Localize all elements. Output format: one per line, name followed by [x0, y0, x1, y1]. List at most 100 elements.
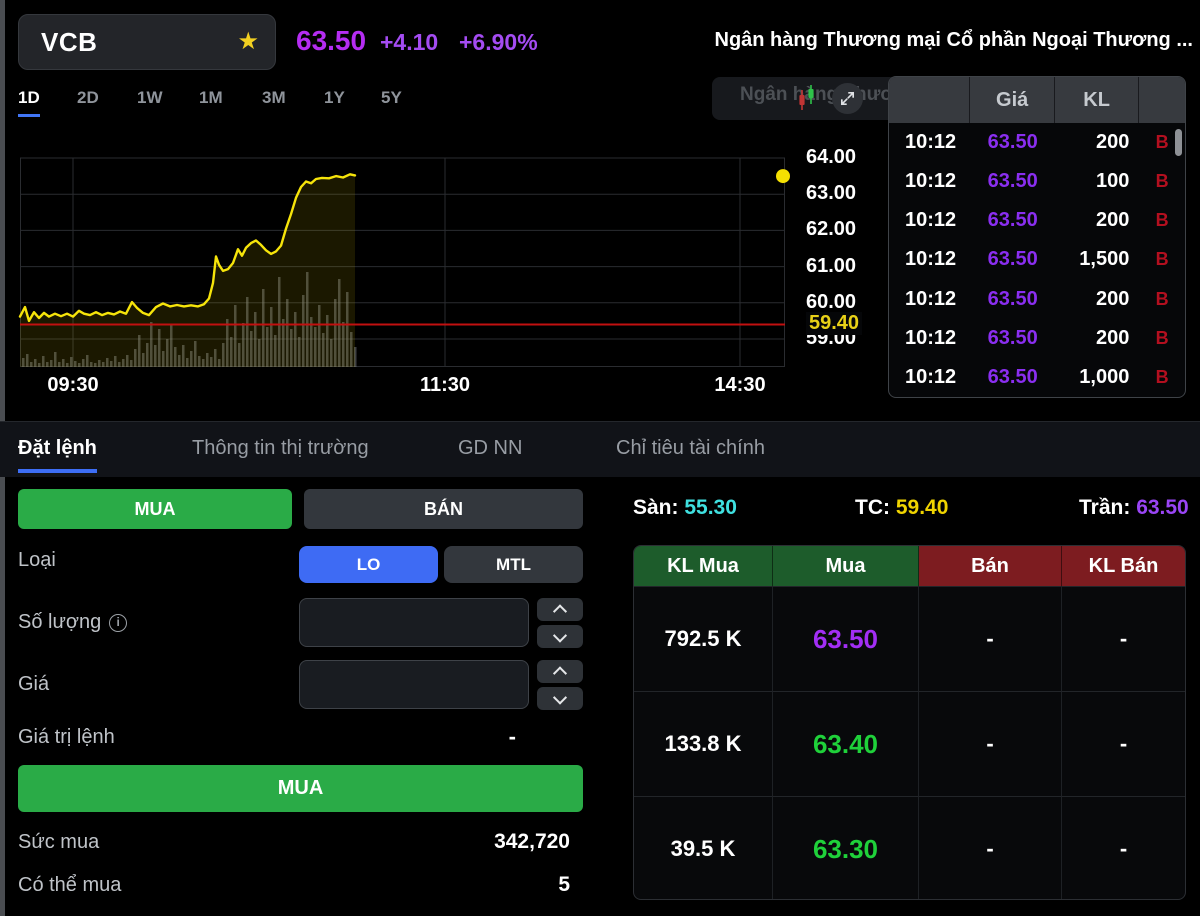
trade-row: 10:1263.50200B	[889, 201, 1185, 240]
ticker-symbol: VCB	[41, 27, 237, 58]
buying-power-value: 342,720	[370, 830, 570, 854]
price-decrease-button[interactable]	[537, 687, 583, 710]
floor-price: Sàn: 55.30	[633, 496, 737, 520]
timeframe-2d[interactable]: 2D	[77, 88, 99, 108]
trade-vol: 100	[1055, 170, 1139, 193]
trade-vol: 200	[1055, 131, 1139, 154]
candlestick-chart-icon[interactable]	[796, 84, 818, 117]
chevron-down-icon	[553, 690, 567, 704]
tab-gd-nn[interactable]: GD NN	[458, 437, 522, 469]
bid-volume-cell[interactable]: 39.5 K	[634, 796, 773, 900]
timeframe-5y[interactable]: 5Y	[381, 88, 402, 108]
timeframe-3m[interactable]: 3M	[262, 88, 286, 108]
quantity-increase-button[interactable]	[537, 598, 583, 621]
ask-price-cell[interactable]: -	[919, 796, 1062, 900]
price-change-percent: +6.90%	[459, 29, 538, 56]
trade-side: B	[1139, 171, 1185, 192]
bid-volume-cell[interactable]: 133.8 K	[634, 691, 773, 796]
trade-side: B	[1139, 210, 1185, 231]
timeframe-1d[interactable]: 1D	[18, 88, 40, 117]
trade-price: 63.50	[971, 366, 1055, 389]
order-value-label: Giá trị lệnh	[18, 726, 115, 749]
trade-row: 10:1263.50100B	[889, 162, 1185, 201]
quantity-input[interactable]	[299, 598, 529, 647]
ask-volume-cell[interactable]: -	[1062, 691, 1185, 796]
trade-vol: 1,500	[1055, 248, 1139, 271]
bid-volume-cell[interactable]: 792.5 K	[634, 586, 773, 691]
timeframe-1w[interactable]: 1W	[137, 88, 163, 108]
price-label: Giá	[18, 673, 49, 696]
price-input[interactable]	[299, 660, 529, 709]
tab-dat-lenh[interactable]: Đặt lệnh	[18, 437, 97, 473]
tab-chi-tieu-tai-chinh[interactable]: Chỉ tiêu tài chính	[616, 437, 765, 469]
x-tick-label: 11:30	[420, 374, 470, 397]
price-increase-button[interactable]	[537, 660, 583, 683]
col-side	[1139, 77, 1185, 123]
ask-price-cell[interactable]: -	[919, 691, 1062, 796]
chevron-down-icon	[553, 628, 567, 642]
reference-price-label: 59.40	[806, 312, 862, 335]
price-chart[interactable]	[20, 145, 785, 367]
trade-row: 10:1263.501,500B	[889, 240, 1185, 279]
quantity-decrease-button[interactable]	[537, 625, 583, 648]
y-tick-label: 63.00	[806, 182, 856, 205]
bid-price-cell[interactable]: 63.30	[773, 796, 919, 900]
trade-price: 63.50	[971, 327, 1055, 350]
expand-chart-button[interactable]	[832, 83, 863, 114]
ceiling-price: Trần: 63.50	[1079, 496, 1189, 520]
submit-buy-button[interactable]: MUA	[18, 765, 583, 812]
y-tick-label: 61.00	[806, 255, 856, 278]
y-tick-label: 64.00	[806, 146, 856, 169]
ask-volume-cell[interactable]: -	[1062, 586, 1185, 691]
x-tick-label: 14:30	[714, 374, 765, 397]
trade-price: 63.50	[971, 131, 1055, 154]
order-book-table: KL MuaMuaBánKL Bán792.5 K63.50--133.8 K6…	[633, 545, 1186, 900]
last-price: 63.50	[296, 25, 366, 57]
floor-label: Sàn:	[633, 496, 679, 519]
can-buy-label: Có thể mua	[18, 874, 121, 897]
trade-vol: 1,000	[1055, 366, 1139, 389]
reference-label: TC:	[855, 496, 890, 519]
company-name: Ngân hàng Thương mại Cổ phần Ngoại Thươn…	[715, 29, 1194, 52]
chevron-up-icon	[553, 666, 567, 680]
trade-time: 10:12	[889, 248, 971, 271]
trade-price: 63.50	[971, 170, 1055, 193]
order-book-header-kl-ban: KL Bán	[1062, 546, 1185, 586]
trade-time: 10:12	[889, 170, 971, 193]
trade-price: 63.50	[971, 248, 1055, 271]
bid-price-cell[interactable]: 63.40	[773, 691, 919, 796]
price-change: +4.10	[380, 29, 438, 56]
ceiling-label: Trần:	[1079, 496, 1130, 519]
can-buy-value: 5	[370, 873, 570, 897]
order-type-lo-button[interactable]: LO	[299, 546, 438, 583]
trade-time: 10:12	[889, 288, 971, 311]
tab-thong-tin-thi-truong[interactable]: Thông tin thị trường	[192, 437, 369, 469]
y-tick-label: 60.00	[806, 291, 856, 314]
bid-price-cell[interactable]: 63.50	[773, 586, 919, 691]
favorite-star-icon[interactable]: ★	[237, 30, 259, 54]
order-type-label: Loại	[18, 549, 56, 572]
order-book-header-kl-mua: KL Mua	[634, 546, 773, 586]
buying-power-label: Sức mua	[18, 831, 99, 854]
trade-side: B	[1139, 328, 1185, 349]
section-tab-bar	[0, 421, 1200, 477]
ask-volume-cell[interactable]: -	[1062, 796, 1185, 900]
order-type-mtl-button[interactable]: MTL	[444, 546, 583, 583]
ticker-search-box[interactable]: VCB ★	[18, 14, 276, 70]
timeframe-1y[interactable]: 1Y	[324, 88, 345, 108]
order-value: -	[430, 724, 516, 750]
sell-side-button[interactable]: BÁN	[304, 489, 583, 529]
buy-side-button[interactable]: MUA	[18, 489, 292, 529]
expand-icon	[839, 90, 856, 107]
trading-app-window: VCB ★ 63.50 +4.10 +6.90% Ngân hàng Thươn…	[0, 0, 1200, 916]
ask-price-cell[interactable]: -	[919, 586, 1062, 691]
ceiling-value: 63.50	[1136, 496, 1189, 519]
order-book-header-ban: Bán	[919, 546, 1062, 586]
scrollbar-thumb[interactable]	[1175, 129, 1182, 156]
timeframe-1m[interactable]: 1M	[199, 88, 223, 108]
info-icon[interactable]	[109, 614, 127, 632]
trade-history-header: Giá KL	[889, 77, 1185, 123]
reference-value: 59.40	[896, 496, 949, 519]
trade-side: B	[1139, 367, 1185, 388]
y-tick-label: 62.00	[806, 218, 856, 241]
